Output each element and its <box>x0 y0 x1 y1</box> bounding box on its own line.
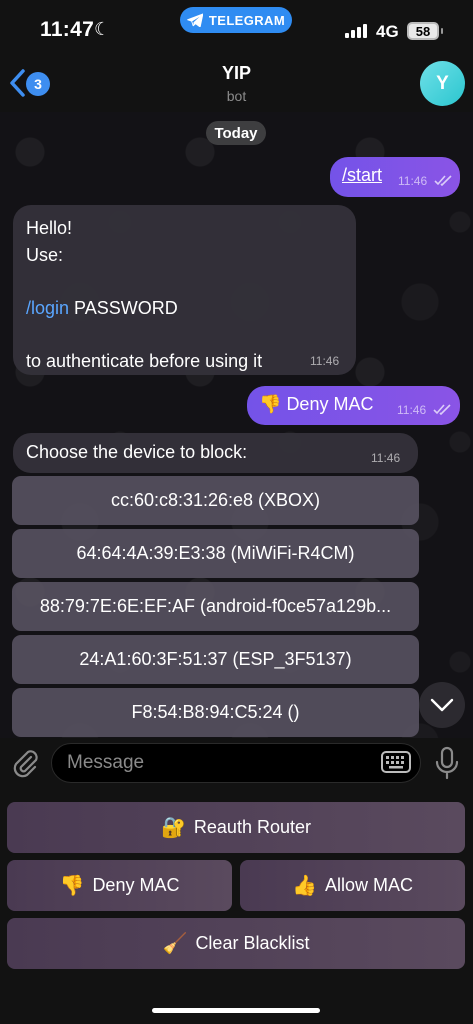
start-command-link[interactable]: /start <box>342 165 382 186</box>
thumbs-down-icon: 👎 <box>259 394 282 414</box>
thumbs-up-icon: 👍 <box>292 875 317 897</box>
chat-header: 3 YIP bot Y <box>0 56 473 112</box>
message-incoming-choose-device[interactable]: Choose the device to block: 11:46 <box>13 433 418 473</box>
double-check-icon <box>433 404 451 415</box>
inline-button-device[interactable]: 24:A1:60:3F:51:37 (ESP_3F5137) <box>12 635 419 684</box>
message-input[interactable] <box>51 743 421 783</box>
network-type: 4G <box>376 22 399 41</box>
choose-device-text: Choose the device to block: <box>26 442 248 462</box>
double-check-icon <box>434 175 452 186</box>
date-pill: Today <box>206 121 266 145</box>
chat-title[interactable]: YIP <box>0 63 473 84</box>
battery-tip <box>441 28 443 34</box>
reauth-router-button[interactable]: 🔐 Reauth Router <box>7 802 465 853</box>
deny-mac-label: Deny MAC <box>92 875 180 895</box>
inline-button-device[interactable]: 64:64:4A:39:E3:38 (MiWiFi-R4CM) <box>12 529 419 578</box>
battery-level: 58 <box>415 23 431 39</box>
message-outgoing-start[interactable]: /start 11:46 <box>330 157 460 197</box>
home-indicator[interactable] <box>152 1008 320 1013</box>
deny-mac-text: Deny MAC <box>286 394 374 414</box>
auth-instruction: to authenticate before using it <box>26 350 263 371</box>
message-time: 11:46 <box>398 174 428 188</box>
message-time: 11:46 <box>397 403 427 417</box>
telegram-label: TELEGRAM <box>208 12 286 28</box>
allow-mac-label: Allow MAC <box>324 875 413 895</box>
microphone-icon[interactable] <box>434 746 460 780</box>
message-outgoing-deny-mac[interactable]: 👎 Deny MAC 11:46 <box>247 386 460 425</box>
deny-mac-button[interactable]: 👎 Deny MAC <box>7 860 232 911</box>
chat-subtitle: bot <box>226 88 247 104</box>
message-time: 11:46 <box>310 354 340 368</box>
chevron-down-icon <box>430 698 454 712</box>
broom-icon: 🧹 <box>162 933 188 955</box>
status-time: 11:47 <box>40 18 95 41</box>
inline-button-device[interactable]: F8:54:B8:94:C5:24 () <box>12 688 419 737</box>
telegram-plane-icon <box>187 13 203 27</box>
login-args: PASSWORD <box>69 297 178 318</box>
use-line: Use: <box>26 244 64 265</box>
message-incoming-hello[interactable]: Hello! Use: /login PASSWORD to authentic… <box>13 205 356 375</box>
allow-mac-button[interactable]: 👍 Allow MAC <box>240 860 465 911</box>
hello-line: Hello! <box>26 218 73 238</box>
reauth-router-label: Reauth Router <box>193 817 311 837</box>
moon-icon: ☾ <box>94 19 111 39</box>
clear-blacklist-label: Clear Blacklist <box>195 933 310 953</box>
signal-icon <box>345 24 367 38</box>
keyboard-icon[interactable] <box>381 751 411 773</box>
scroll-down-button[interactable] <box>419 682 465 728</box>
lock-key-icon: 🔐 <box>161 817 186 839</box>
reply-keyboard: 🔐 Reauth Router 👎 Deny MAC 👍 Allow MAC 🧹… <box>0 790 473 1024</box>
inline-button-device[interactable]: 88:79:7E:6E:EF:AF (android-f0ce57a129b..… <box>12 582 419 631</box>
telegram-pill[interactable]: TELEGRAM <box>180 7 292 33</box>
message-time: 11:46 <box>371 451 401 465</box>
clear-blacklist-button[interactable]: 🧹 Clear Blacklist <box>7 918 465 969</box>
avatar[interactable]: Y <box>420 61 465 106</box>
battery-icon: 58 <box>407 22 439 40</box>
chat-area[interactable]: Today /start 11:46 Hello! Use: /login PA… <box>0 112 473 738</box>
composer-bar <box>0 738 473 790</box>
login-command-link[interactable]: /login <box>26 298 69 318</box>
thumbs-down-icon: 👎 <box>59 875 85 897</box>
status-bar: 11:47 ☾ TELEGRAM 4G 58 <box>0 0 473 56</box>
paperclip-icon[interactable] <box>10 748 42 780</box>
inline-button-device[interactable]: cc:60:c8:31:26:e8 (XBOX) <box>12 476 419 525</box>
